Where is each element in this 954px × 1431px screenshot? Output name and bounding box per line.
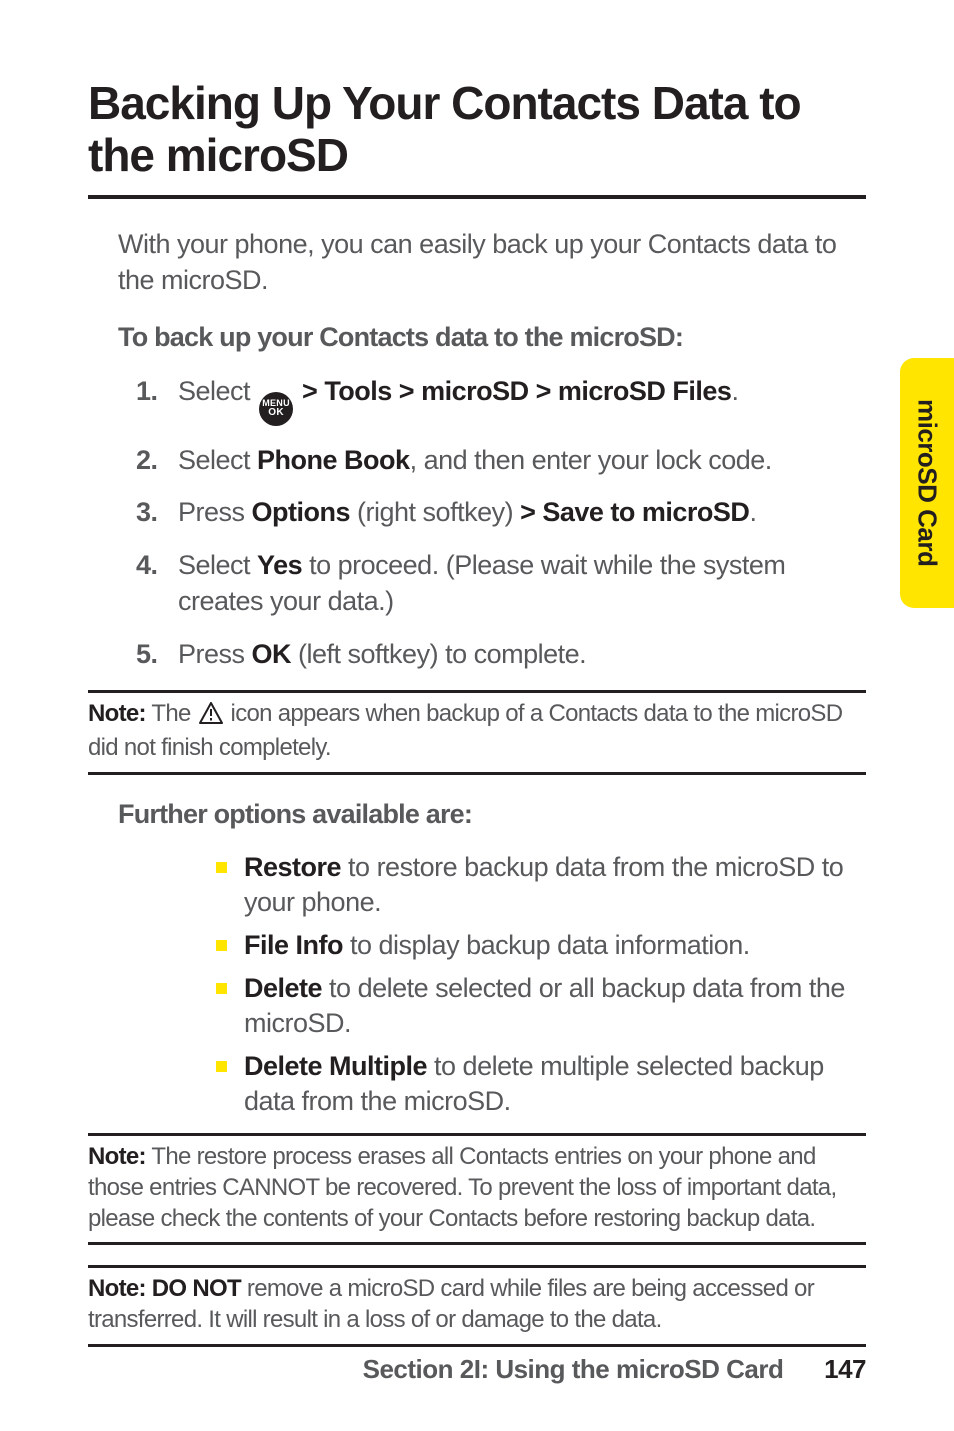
- note-text: Note: The restore process erases all Con…: [88, 1136, 866, 1242]
- note-text: Note: DO NOT remove a microSD card while…: [88, 1268, 866, 1343]
- side-tab-label: microSD Card: [912, 399, 943, 566]
- step-body: Select MENUOK > Tools > microSD > microS…: [178, 373, 866, 426]
- page-footer: Section 2I: Using the microSD Card 147: [88, 1354, 866, 1385]
- title-rule: [88, 195, 866, 199]
- step-body: Select Phone Book, and then enter your l…: [178, 442, 866, 478]
- page-title: Backing Up Your Contacts Data to the mic…: [88, 78, 866, 181]
- step-number: 2.: [136, 442, 178, 478]
- steps-list: 1. Select MENUOK > Tools > microSD > mic…: [136, 373, 866, 672]
- step-body: Select Yes to proceed. (Please wait whil…: [178, 547, 866, 620]
- manual-page: microSD Card Backing Up Your Contacts Da…: [0, 0, 954, 1431]
- note-block-1: Note: The icon appears when backup of a …: [88, 690, 866, 774]
- step-item: 3. Press Options (right softkey) > Save …: [136, 494, 866, 530]
- side-tab: microSD Card: [900, 358, 954, 608]
- subheading-options: Further options available are:: [118, 799, 866, 830]
- step-number: 5.: [136, 636, 178, 672]
- intro-text: With your phone, you can easily back up …: [118, 227, 866, 298]
- step-number: 4.: [136, 547, 178, 583]
- step-item: 2. Select Phone Book, and then enter you…: [136, 442, 866, 478]
- option-item: Delete to delete selected or all backup …: [216, 971, 866, 1041]
- step-number: 1.: [136, 373, 178, 409]
- option-item: File Info to display backup data informa…: [216, 928, 866, 963]
- note-block-3: Note: DO NOT remove a microSD card while…: [88, 1265, 866, 1346]
- footer-section: Section 2I: Using the microSD Card: [363, 1354, 784, 1384]
- option-item: Restore to restore backup data from the …: [216, 850, 866, 920]
- step-item: 1. Select MENUOK > Tools > microSD > mic…: [136, 373, 866, 426]
- option-item: Delete Multiple to delete multiple selec…: [216, 1049, 866, 1119]
- note-rule: [88, 1344, 866, 1347]
- step-item: 4. Select Yes to proceed. (Please wait w…: [136, 547, 866, 620]
- step-item: 5. Press OK (left softkey) to complete.: [136, 636, 866, 672]
- footer-page-number: 147: [824, 1354, 866, 1385]
- step-body: Press Options (right softkey) > Save to …: [178, 494, 866, 530]
- options-list: Restore to restore backup data from the …: [216, 850, 866, 1120]
- subheading-backup: To back up your Contacts data to the mic…: [118, 322, 866, 353]
- warning-icon: [199, 702, 223, 733]
- step-body: Press OK (left softkey) to complete.: [178, 636, 866, 672]
- note-block-2: Note: The restore process erases all Con…: [88, 1133, 866, 1245]
- menu-ok-icon: MENUOK: [259, 392, 293, 426]
- note-text: Note: The icon appears when backup of a …: [88, 693, 866, 771]
- step-number: 3.: [136, 494, 178, 530]
